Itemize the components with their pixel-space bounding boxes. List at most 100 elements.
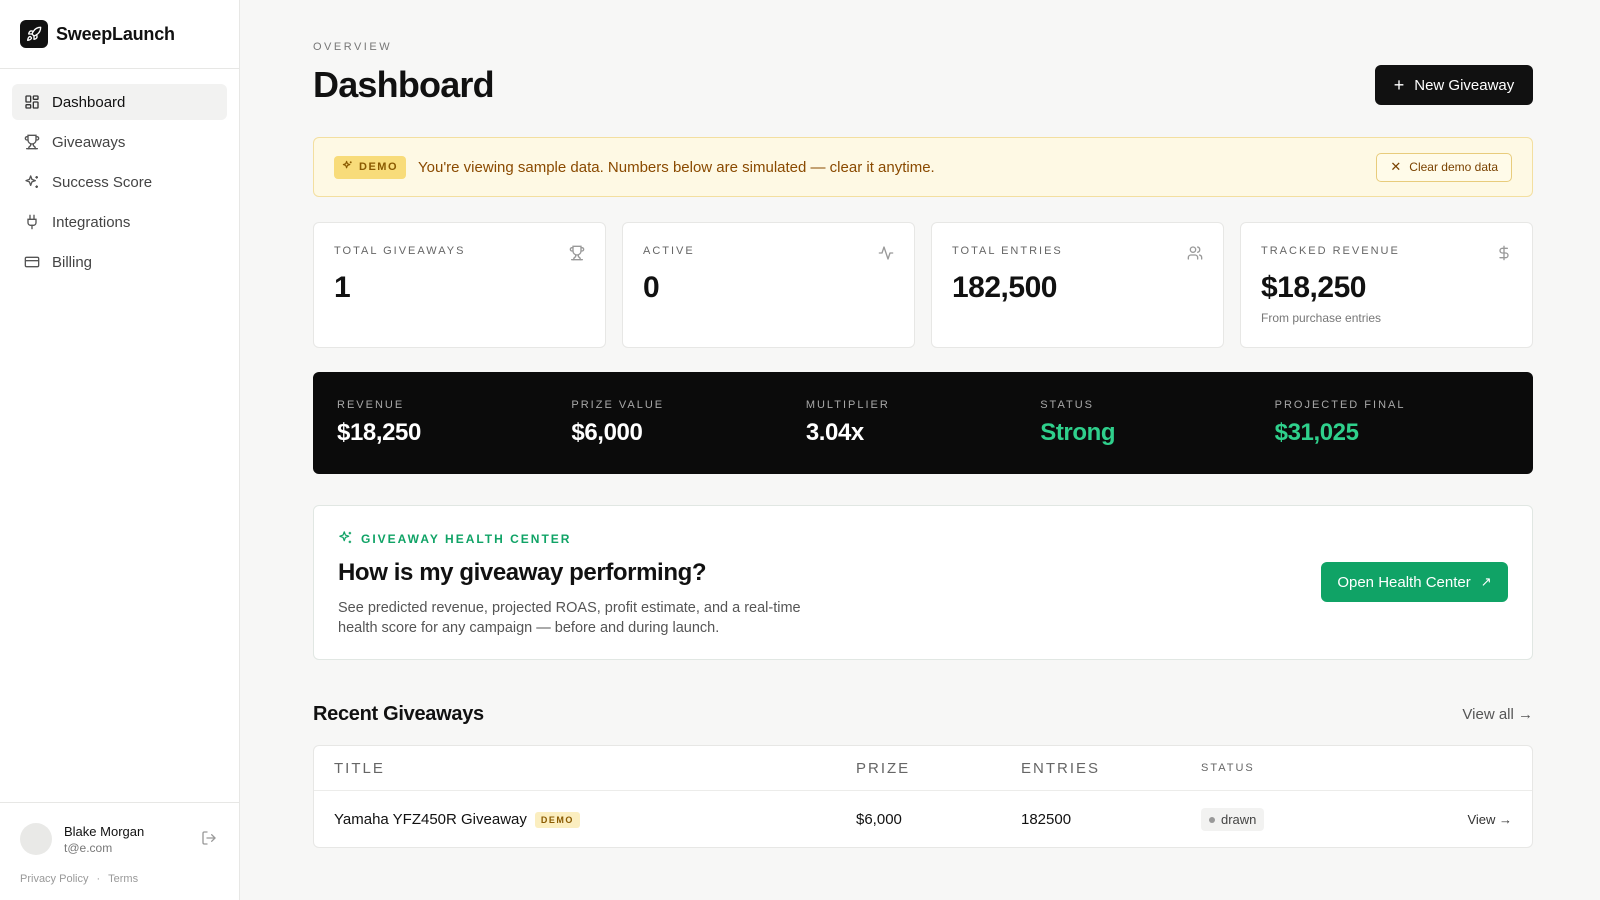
credit-card-icon [24,254,40,270]
activity-icon [878,245,894,261]
brand-name: SweepLaunch [56,23,175,44]
sidebar: SweepLaunch Dashboard Giveaways Success … [0,0,240,900]
performance-summary: REVENUE $18,250 PRIZE VALUE $6,000 MULTI… [313,372,1533,474]
stat-value: 182,500 [952,271,1057,304]
health-eyebrow-label: GIVEAWAY HEALTH CENTER [361,532,572,546]
stat-card-total-entries[interactable]: TOTAL ENTRIES 182,500 [931,222,1224,348]
stat-subtext: From purchase entries [1261,311,1382,325]
avatar[interactable] [20,823,52,855]
stat-label: TOTAL GIVEAWAYS [334,245,466,257]
row-title-cell: Yamaha YFZ450R Giveaway DEMO [334,811,856,828]
status-dot [1209,816,1215,823]
sparkles-icon [342,160,353,174]
logout-icon[interactable] [201,830,219,848]
legal-separator: · [96,873,101,885]
arrow-up-right-icon: ↗ [1480,574,1492,589]
sidebar-item-label: Billing [52,253,93,271]
trophy-icon [569,245,585,261]
new-giveaway-button[interactable]: + New Giveaway [1375,65,1533,105]
sidebar-item-label: Success Score [52,173,153,191]
page-title: Dashboard [313,64,495,105]
health-eyebrow: GIVEAWAY HEALTH CENTER [338,530,1508,548]
user-email: t@e.com [64,840,113,855]
row-prize: $6,000 [856,811,902,828]
rocket-icon [20,20,48,48]
close-icon: ✕ [1390,159,1402,174]
row-status-cell: drawn [1201,808,1401,831]
status-label: drawn [1221,812,1257,827]
stat-label: TRACKED REVENUE [1261,245,1400,257]
user-name: Blake Morgan [64,823,145,839]
demo-banner: DEMO You're viewing sample data. Numbers… [313,137,1533,197]
sidebar-item-label: Giveaways [52,133,126,151]
sidebar-item-giveaways[interactable]: Giveaways [12,124,227,160]
page-eyebrow: OVERVIEW [313,41,393,53]
health-description: See predicted revenue, projected ROAS, p… [338,600,801,636]
summary-value: 3.04x [805,419,864,446]
recent-giveaways-table: TITLE PRIZE ENTRIES STATUS Yamaha YFZ450… [313,745,1533,848]
summary-projected-final: PROJECTED FINAL $31,025 [1275,399,1509,447]
summary-value: $31,025 [1274,419,1359,446]
terms-link[interactable]: Terms [108,873,138,885]
sparkles-icon [338,530,353,548]
privacy-policy-link[interactable]: Privacy Policy [20,873,88,885]
dashboard-icon [24,94,40,110]
demo-badge: DEMO [334,155,406,179]
table-row[interactable]: Yamaha YFZ450R Giveaway DEMO $6,000 1825… [314,791,1532,847]
stat-label: TOTAL ENTRIES [952,245,1063,257]
summary-value: $18,250 [337,419,421,446]
column-header-entries: ENTRIES [1021,759,1101,777]
trophy-icon [24,134,40,150]
plus-icon: + [1393,74,1405,95]
sparkles-icon [24,174,40,190]
user-info: Blake Morgan t@e.com [64,824,201,855]
stat-card-tracked-revenue[interactable]: TRACKED REVENUE $18,250 From purchase en… [1240,222,1533,348]
row-entries: 182500 [1021,811,1072,828]
column-header-title: TITLE [334,759,385,777]
sidebar-item-integrations[interactable]: Integrations [12,204,227,240]
stat-value: 0 [643,271,660,304]
summary-label: PRIZE VALUE [571,399,665,411]
demo-message: You're viewing sample data. Numbers belo… [418,158,935,176]
stats-row: TOTAL GIVEAWAYS 1 ACTIVE 0 TOTAL ENTRIES… [313,222,1533,348]
clear-demo-label: Clear demo data [1409,160,1498,174]
summary-value: $6,000 [571,419,643,446]
dollar-icon [1496,245,1512,261]
sidebar-item-dashboard[interactable]: Dashboard [12,84,227,120]
view-all-link[interactable]: View all → [1462,706,1533,723]
row-title: Yamaha YFZ450R Giveaway [334,811,527,828]
status-badge: drawn [1201,808,1265,831]
stat-value: $18,250 [1261,271,1366,304]
plug-icon [24,214,40,230]
open-health-center-label: Open Health Center [1337,573,1471,591]
user-profile: Blake Morgan t@e.com [0,803,239,855]
stat-label: ACTIVE [643,245,695,257]
stat-card-total-giveaways[interactable]: TOTAL GIVEAWAYS 1 [313,222,606,348]
new-giveaway-label: New Giveaway [1414,76,1515,94]
brand[interactable]: SweepLaunch [0,0,239,69]
recent-giveaways-header: Recent Giveaways View all → [313,703,1533,726]
sidebar-item-label: Integrations [52,213,131,231]
table-header: TITLE PRIZE ENTRIES STATUS [314,746,1532,791]
users-icon [1187,245,1203,261]
sidebar-nav: Dashboard Giveaways Success Score Integr… [0,69,239,299]
recent-giveaways-title: Recent Giveaways [313,703,484,725]
row-demo-badge: DEMO [534,811,580,828]
sidebar-item-success-score[interactable]: Success Score [12,164,227,200]
summary-value: Strong [1040,419,1116,446]
sidebar-item-label: Dashboard [52,93,126,111]
summary-revenue: REVENUE $18,250 [337,399,571,447]
open-health-center-button[interactable]: Open Health Center ↗ [1321,562,1508,602]
health-center-card: GIVEAWAY HEALTH CENTER How is my giveawa… [313,505,1533,660]
sidebar-item-billing[interactable]: Billing [12,244,227,280]
summary-multiplier: MULTIPLIER 3.04x [806,399,1040,447]
column-header-status: STATUS [1201,762,1255,774]
stat-card-active[interactable]: ACTIVE 0 [622,222,915,348]
column-header-prize: PRIZE [856,759,911,777]
legal-links: Privacy Policy · Terms [0,855,239,885]
sidebar-footer: Blake Morgan t@e.com Privacy Policy · Te… [0,802,239,900]
clear-demo-button[interactable]: ✕ Clear demo data [1376,152,1512,182]
stat-value: 1 [334,271,351,304]
row-view-link[interactable]: View → [1401,812,1512,827]
summary-label: PROJECTED FINAL [1274,399,1406,411]
